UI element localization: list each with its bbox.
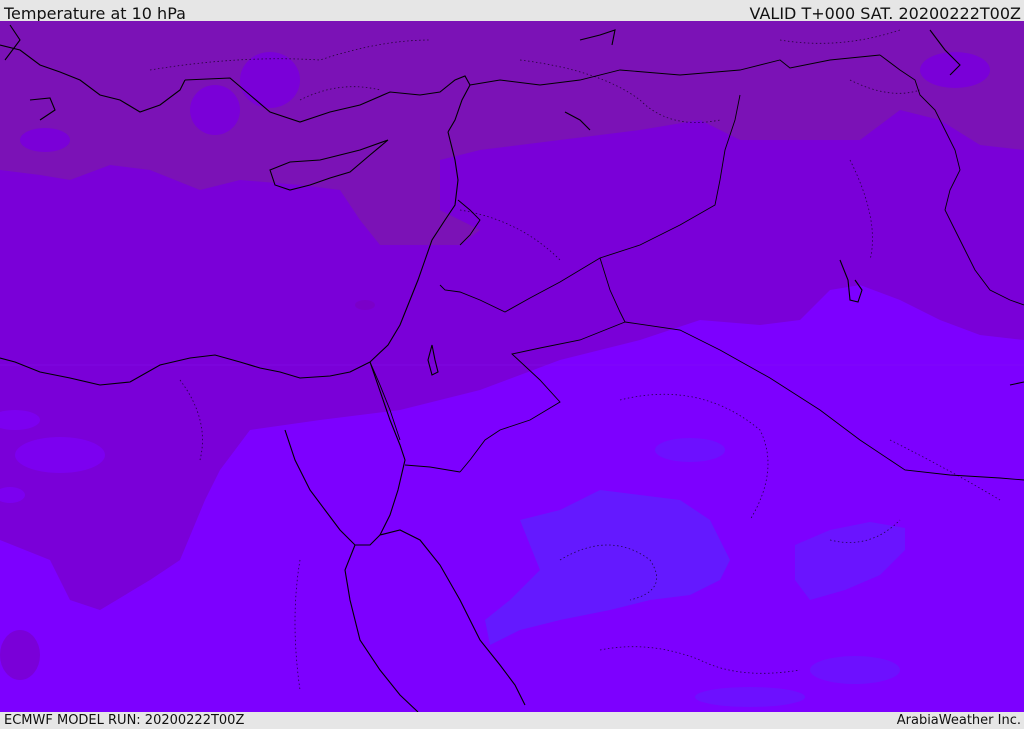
footer-bar: ECMWF MODEL RUN: 20200222T00Z ArabiaWeat… bbox=[0, 712, 1024, 729]
temperature-blob-coolest bbox=[810, 656, 900, 684]
model-run-label: ECMWF MODEL RUN: 20200222T00Z bbox=[4, 713, 245, 728]
temperature-blob-west bbox=[15, 437, 105, 473]
temperature-blob-west bbox=[355, 300, 375, 310]
temperature-blob-north bbox=[20, 128, 70, 152]
temperature-blob-coolest bbox=[695, 687, 805, 707]
temperature-map[interactable] bbox=[0, 21, 1024, 712]
temperature-blob-north bbox=[240, 52, 300, 108]
temperature-blob-coolest bbox=[655, 438, 725, 462]
credit-label: ArabiaWeather Inc. bbox=[896, 713, 1021, 728]
temperature-blob-north bbox=[190, 85, 240, 135]
header-bar: Temperature at 10 hPa VALID T+000 SAT. 2… bbox=[0, 0, 1024, 23]
temperature-blob-west bbox=[0, 630, 40, 680]
